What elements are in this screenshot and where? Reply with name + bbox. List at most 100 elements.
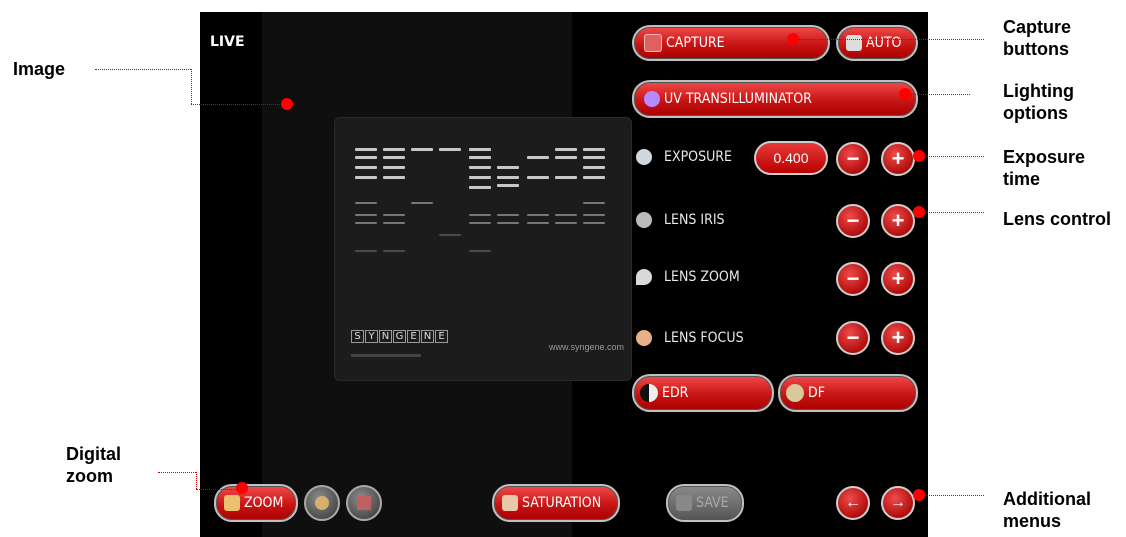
callout-line bbox=[924, 156, 984, 157]
capture-button[interactable]: CAPTURE bbox=[632, 25, 830, 61]
gel-band bbox=[583, 176, 605, 179]
callout-line bbox=[798, 39, 984, 40]
logo-tagline bbox=[351, 354, 421, 357]
camera-icon bbox=[644, 34, 662, 52]
edr-label: EDR bbox=[662, 385, 689, 401]
lens-iris-minus-button[interactable]: − bbox=[836, 204, 870, 238]
gel-band bbox=[583, 202, 605, 204]
callout-line bbox=[191, 69, 192, 104]
callout-dot bbox=[236, 482, 248, 494]
callout-line bbox=[158, 472, 196, 473]
df-icon bbox=[786, 384, 804, 402]
gel-band bbox=[383, 250, 405, 252]
zoom-label: ZOOM bbox=[244, 495, 284, 511]
gel-band bbox=[355, 202, 377, 204]
lens-focus-plus-button[interactable]: + bbox=[881, 321, 915, 355]
zoom-reset-icon bbox=[357, 496, 371, 510]
logo-letter: S bbox=[351, 330, 364, 343]
gel-band bbox=[355, 156, 377, 159]
callout-line bbox=[924, 212, 984, 213]
gel-band bbox=[527, 156, 549, 159]
iris-icon bbox=[636, 212, 652, 228]
gel-band bbox=[355, 250, 377, 252]
syngene-logo: S Y N G E N E bbox=[351, 330, 448, 343]
gel-band bbox=[469, 166, 491, 169]
gel-band bbox=[439, 148, 461, 151]
lens-zoom-label: LENS ZOOM bbox=[664, 269, 740, 285]
gel-band bbox=[383, 148, 405, 151]
gel-band bbox=[527, 214, 549, 216]
save-button[interactable]: SAVE bbox=[666, 484, 744, 522]
callout-line bbox=[196, 489, 238, 490]
zoom-reset-button[interactable] bbox=[346, 485, 382, 521]
exposure-value[interactable]: 0.400 bbox=[754, 141, 828, 175]
callout-line bbox=[95, 69, 191, 70]
gel-band bbox=[583, 214, 605, 216]
prev-menu-button[interactable]: ← bbox=[836, 486, 870, 520]
logo-letter: E bbox=[407, 330, 420, 343]
gel-band bbox=[355, 148, 377, 151]
gel-band bbox=[439, 234, 461, 236]
uv-transilluminator-button[interactable]: UV TRANSILLUMINATOR bbox=[632, 80, 918, 118]
gel-band bbox=[469, 148, 491, 151]
saturation-label: SATURATION bbox=[522, 495, 602, 511]
lens-iris-plus-button[interactable]: + bbox=[881, 204, 915, 238]
gel-band bbox=[469, 156, 491, 159]
gel-band bbox=[497, 184, 519, 187]
zoom-pan-button[interactable] bbox=[304, 485, 340, 521]
gel-image: S Y N G E N E www.syngene.com bbox=[334, 117, 632, 381]
exposure-plus-button[interactable]: + bbox=[881, 142, 915, 176]
capture-label: CAPTURE bbox=[666, 35, 725, 51]
lens-zoom-plus-button[interactable]: + bbox=[881, 262, 915, 296]
logo-letter: E bbox=[435, 330, 448, 343]
lens-focus-minus-button[interactable]: − bbox=[836, 321, 870, 355]
saturation-button[interactable]: SATURATION bbox=[492, 484, 620, 522]
logo-letter: N bbox=[379, 330, 392, 343]
edr-button[interactable]: EDR bbox=[632, 374, 774, 412]
gel-band bbox=[469, 186, 491, 189]
lighting-label: UV TRANSILLUMINATOR bbox=[664, 91, 812, 107]
callout-dot bbox=[281, 98, 293, 110]
gel-band bbox=[355, 166, 377, 169]
exposure-label: EXPOSURE bbox=[664, 149, 733, 165]
callout-image: Image bbox=[13, 59, 66, 79]
gel-band bbox=[583, 166, 605, 169]
live-image-preview: S Y N G E N E www.syngene.com bbox=[262, 12, 632, 537]
gel-band bbox=[555, 222, 577, 224]
gel-band bbox=[527, 222, 549, 224]
gel-band bbox=[583, 222, 605, 224]
gel-band bbox=[555, 176, 577, 179]
gel-band bbox=[583, 156, 605, 159]
gel-band bbox=[527, 176, 549, 179]
callout-line bbox=[924, 495, 984, 496]
gel-band bbox=[555, 214, 577, 216]
callout-capture-buttons: Capture buttons bbox=[1003, 17, 1072, 59]
gel-band bbox=[469, 222, 491, 224]
exposure-minus-button[interactable]: − bbox=[836, 142, 870, 176]
gel-band bbox=[355, 222, 377, 224]
edr-icon bbox=[640, 384, 658, 402]
gel-band bbox=[583, 148, 605, 151]
callout-digital-zoom: Digital zoom bbox=[66, 444, 122, 486]
stopwatch-icon bbox=[636, 149, 652, 165]
gel-band bbox=[555, 156, 577, 159]
df-button[interactable]: DF bbox=[778, 374, 918, 412]
gel-band bbox=[497, 222, 519, 224]
lens-zoom-minus-button[interactable]: − bbox=[836, 262, 870, 296]
callout-additional-menus: Additional menus bbox=[1003, 489, 1091, 531]
gel-band bbox=[383, 222, 405, 224]
lens-focus-label: LENS FOCUS bbox=[664, 330, 744, 346]
gel-band bbox=[469, 250, 491, 252]
save-icon bbox=[676, 495, 692, 511]
gel-band bbox=[497, 176, 519, 179]
gel-band bbox=[383, 166, 405, 169]
pan-magnifier-icon bbox=[315, 496, 329, 510]
auto-button[interactable]: AUTO bbox=[836, 25, 918, 61]
callout-exposure-time: Exposure time bbox=[1003, 147, 1086, 189]
callout-line bbox=[196, 472, 197, 489]
live-label: LIVE bbox=[210, 34, 245, 50]
gel-url: www.syngene.com bbox=[549, 342, 625, 352]
logo-letter: N bbox=[421, 330, 434, 343]
camera-control-screen: LIVE S Y N G E N E www.syngene.com CAPTU… bbox=[200, 12, 928, 537]
next-menu-button[interactable]: → bbox=[881, 486, 915, 520]
